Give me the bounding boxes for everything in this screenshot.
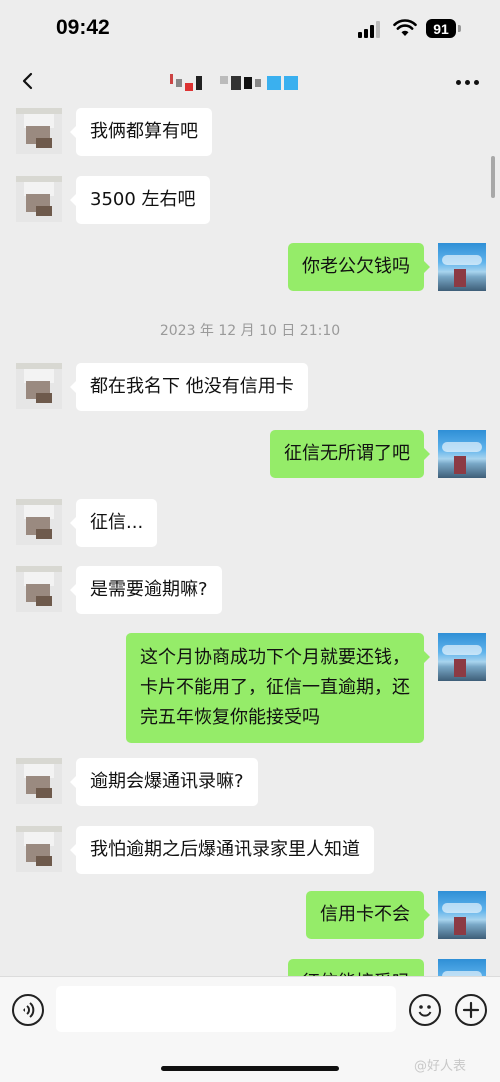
status-time: 09:42 (56, 16, 110, 39)
message-bubble-right[interactable]: 征信无所谓了吧 (270, 430, 430, 478)
plus-button[interactable] (455, 994, 487, 1026)
back-button[interactable] (14, 66, 44, 96)
contact-avatar[interactable] (16, 176, 62, 222)
chat-timestamp: 2023 年 12 月 10 日 21:10 (159, 323, 341, 339)
message-bubble-left[interactable]: 都在我名下 他没有信用卡 (70, 363, 308, 411)
message-bubble-right[interactable]: 信用卡不会 (306, 891, 430, 939)
my-avatar[interactable] (438, 430, 486, 478)
message-line: 这个月协商成功下个月就要还钱， (140, 647, 410, 668)
message-bubble-left[interactable]: 我俩都算有吧 (70, 108, 212, 156)
chat-title-blurred (170, 73, 301, 93)
battery-indicator: 91 (426, 19, 456, 38)
contact-avatar[interactable] (16, 758, 62, 804)
message-line: 完五年恢复你能接受吗 (140, 707, 320, 728)
status-bar: 09:42 91 (0, 0, 500, 58)
my-avatar[interactable] (438, 959, 486, 976)
voice-icon (23, 1002, 35, 1018)
message-bubble-left[interactable]: 逾期会爆通讯录嘛? (70, 758, 258, 806)
message-bubble-left[interactable]: 我怕逾期之后爆通讯录家里人知道 (70, 826, 374, 874)
my-avatar[interactable] (438, 891, 486, 939)
voice-button[interactable] (12, 994, 44, 1026)
contact-avatar[interactable] (16, 363, 62, 409)
message-input[interactable] (56, 986, 396, 1032)
message-line: 卡片不能用了，征信一直逾期，还 (140, 677, 410, 698)
wifi-icon (393, 19, 417, 36)
battery-tip (458, 25, 461, 32)
more-options-button[interactable] (452, 70, 482, 94)
message-bubble-left[interactable]: 3500 左右吧 (70, 176, 210, 224)
my-avatar[interactable] (438, 633, 486, 681)
cellular-signal-icon (358, 20, 384, 38)
contact-avatar[interactable] (16, 108, 62, 154)
input-bar: @好人表 (0, 976, 500, 1082)
contact-avatar[interactable] (16, 566, 62, 612)
my-avatar[interactable] (438, 243, 486, 291)
message-bubble-right[interactable]: 征信能接受吗 (288, 959, 424, 976)
emoji-button[interactable] (409, 994, 441, 1026)
message-bubble-left[interactable]: 征信... (69, 499, 158, 547)
scrollbar[interactable] (491, 156, 495, 198)
contact-avatar[interactable] (16, 826, 62, 872)
dot-icon (464, 79, 470, 85)
message-bubble-right[interactable]: 你老公欠钱吗 (288, 243, 430, 291)
plus-icon (462, 1001, 480, 1019)
message-bubble-left[interactable]: 是需要逾期嘛? (70, 566, 222, 614)
dot-icon (473, 79, 479, 85)
message-bubble-right[interactable]: 这个月协商成功下个月就要还钱， 卡片不能用了，征信一直逾期，还 完五年恢复你能接… (126, 633, 430, 743)
watermark: @好人表 (414, 1059, 467, 1074)
contact-avatar[interactable] (16, 499, 62, 545)
message-list[interactable]: 我俩都算有吧 3500 左右吧 你老公欠钱吗 2023 年 12 月 10 日 … (0, 104, 500, 976)
dot-icon (455, 79, 461, 85)
battery-level: 91 (433, 20, 449, 37)
emoji-icon (418, 1005, 432, 1017)
home-indicator[interactable] (161, 1066, 339, 1071)
chat-header (0, 58, 500, 104)
